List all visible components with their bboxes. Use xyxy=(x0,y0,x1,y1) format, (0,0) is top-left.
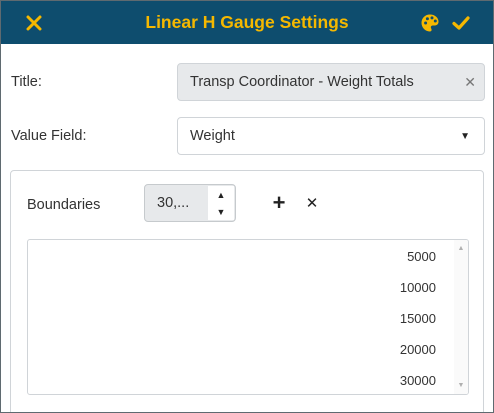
close-icon xyxy=(26,15,42,31)
scroll-up-icon[interactable]: ▲ xyxy=(454,245,468,252)
spin-up-icon[interactable]: ▲ xyxy=(208,186,234,203)
checkmark-icon xyxy=(452,16,470,30)
dialog-header: Linear H Gauge Settings xyxy=(1,1,493,44)
title-field[interactable]: Transp Coordinator - Weight Totals ✕ xyxy=(177,63,485,101)
list-scrollbar[interactable]: ▲ ▼ xyxy=(454,240,468,394)
boundary-stepper[interactable]: 30,... ▲ ▼ xyxy=(144,184,236,222)
palette-icon xyxy=(421,14,439,32)
close-button[interactable] xyxy=(21,10,47,36)
confirm-button[interactable] xyxy=(448,10,474,36)
spin-down-icon[interactable]: ▼ xyxy=(208,203,234,220)
value-field-dropdown[interactable]: Weight ▼ xyxy=(177,117,485,155)
boundary-input-value: 30,... xyxy=(157,195,190,211)
value-field-selected: Weight xyxy=(190,128,235,144)
gauge-settings-dialog: Linear H Gauge Settings Title: Transp Co… xyxy=(0,0,494,413)
palette-button[interactable] xyxy=(417,10,443,36)
list-item[interactable]: 10000 xyxy=(400,280,436,295)
title-label: Title: xyxy=(11,74,42,90)
boundaries-label: Boundaries xyxy=(27,197,101,213)
scroll-down-icon[interactable]: ▼ xyxy=(454,382,468,389)
clear-title-icon[interactable]: ✕ xyxy=(464,64,476,100)
value-field-label: Value Field: xyxy=(11,128,87,144)
add-boundary-button[interactable]: + xyxy=(269,190,289,215)
list-item[interactable]: 5000 xyxy=(407,249,436,264)
list-item[interactable]: 15000 xyxy=(400,311,436,326)
title-value: Transp Coordinator - Weight Totals xyxy=(190,74,414,90)
boundaries-list[interactable]: 5000 10000 15000 20000 30000 ▲ ▼ xyxy=(27,239,469,395)
list-item[interactable]: 20000 xyxy=(400,342,436,357)
remove-boundary-button[interactable]: ✕ xyxy=(303,194,321,212)
chevron-down-icon: ▼ xyxy=(460,130,470,142)
list-item[interactable]: 30000 xyxy=(400,373,436,388)
